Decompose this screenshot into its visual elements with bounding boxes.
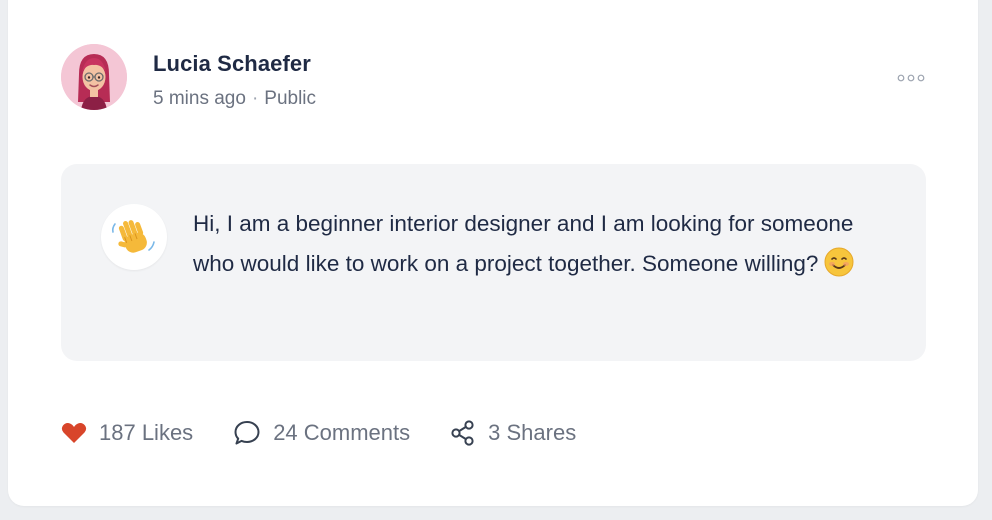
post-message-text: Hi, I am a beginner interior designer an… [193, 211, 854, 276]
shares-count: 3 Shares [488, 420, 577, 445]
meta-separator: · [251, 88, 259, 109]
likes-count: 187 Likes [99, 420, 194, 445]
more-options-icon[interactable] [896, 70, 926, 86]
avatar-memoji-icon [61, 44, 127, 110]
share-button[interactable]: 3 Shares [450, 420, 576, 446]
post-actions: 187 Likes 24 Comments 3 Shares [61, 418, 576, 448]
smiling-face-icon [824, 247, 854, 277]
post-meta: 5 mins ago · Public [153, 88, 316, 110]
avatar[interactable] [61, 44, 127, 110]
comments-count: 24 Comments [273, 420, 411, 445]
message-bubble: Hi, I am a beginner interior designer an… [61, 164, 926, 361]
post-card: Lucia Schaefer 5 mins ago · Public Hi, I… [8, 0, 978, 506]
comment-bubble-icon [234, 421, 260, 445]
author-name[interactable]: Lucia Schaefer [153, 51, 311, 77]
post-visibility: Public [264, 88, 317, 109]
post-message: Hi, I am a beginner interior designer an… [193, 204, 883, 284]
like-button[interactable]: 187 Likes [61, 420, 193, 446]
heart-icon [61, 423, 87, 443]
waving-hand-icon [101, 204, 167, 270]
comment-button[interactable]: 24 Comments [233, 420, 410, 446]
post-time: 5 mins ago [153, 88, 246, 109]
share-icon [451, 420, 474, 446]
